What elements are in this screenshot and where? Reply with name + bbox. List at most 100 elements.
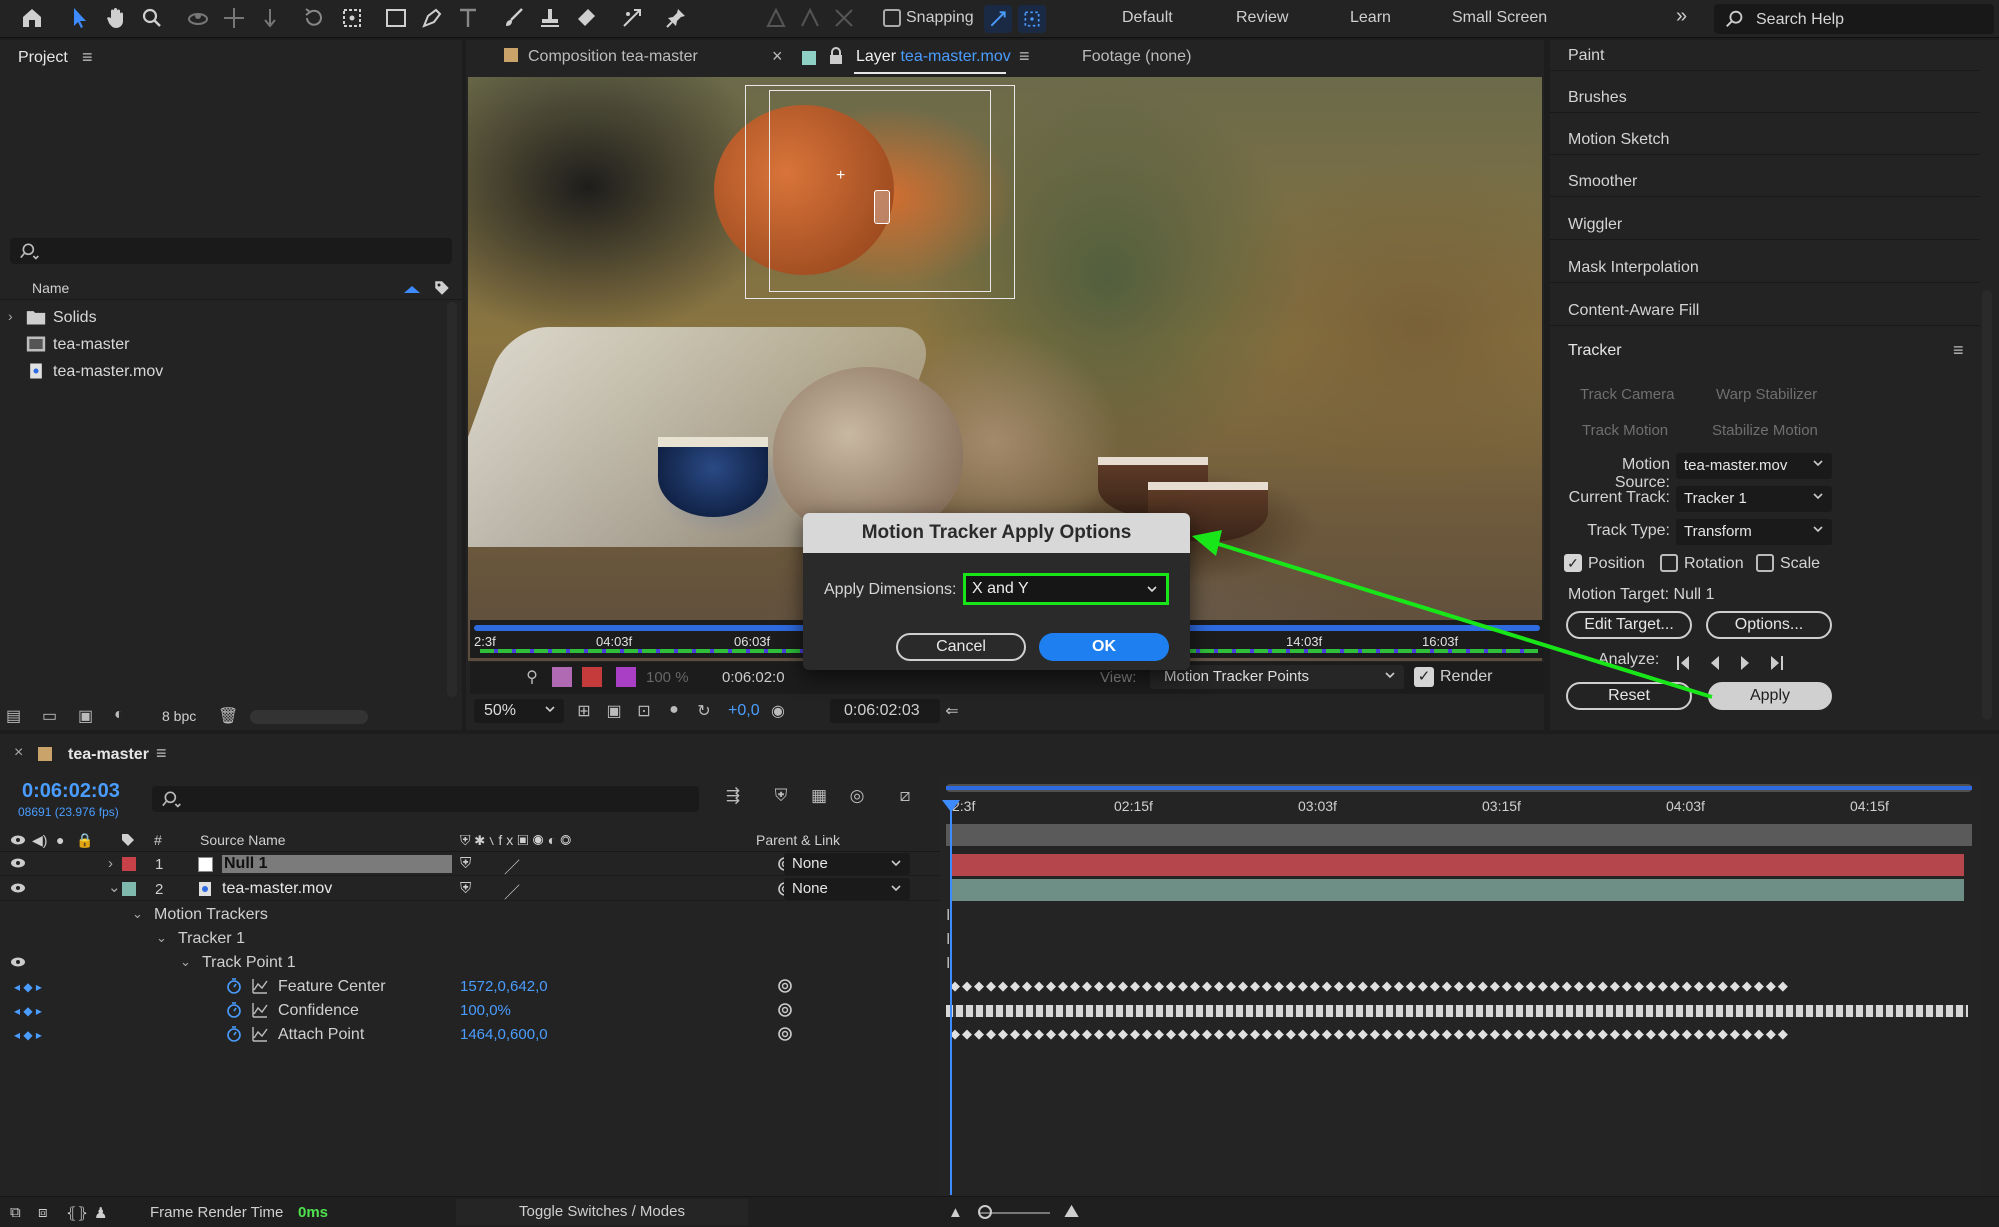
motion-source-dropdown[interactable]: tea-master.mov	[1676, 453, 1832, 479]
color-swatch-icon[interactable]	[616, 667, 636, 687]
quality-switch-icon[interactable]: ／	[504, 854, 520, 878]
analyze-backward-icon[interactable]	[1704, 652, 1726, 674]
ok-button[interactable]: OK	[1039, 633, 1169, 661]
keyframe-navigator-icon[interactable]: ◂ ◆ ▸	[14, 980, 42, 994]
layer-row-tea-master-mov[interactable]: ⌄ 2 tea-master.mov ⛨ ／ None	[0, 877, 940, 902]
time-navigator-bar[interactable]	[946, 784, 1972, 792]
shy-switch-icon[interactable]: ⛨	[460, 880, 471, 897]
more-workspaces-icon[interactable]: »	[1676, 5, 1687, 28]
project-search-input[interactable]	[10, 238, 452, 264]
panel-item-wiggler[interactable]: Wiggler	[1550, 198, 1980, 240]
analyze-forward-icon[interactable]	[1734, 652, 1756, 674]
property-value[interactable]: 1464,0,600,0	[460, 1026, 548, 1043]
render-time-icon[interactable]: ♟	[94, 1204, 107, 1222]
panel-item-brushes[interactable]: Brushes	[1550, 71, 1980, 113]
new-folder-icon[interactable]: ▭	[42, 706, 64, 726]
group-tracker-1[interactable]: ⌄ Tracker 1	[0, 926, 940, 950]
close-tab-icon[interactable]: ×	[772, 46, 783, 67]
layer-name[interactable]: tea-master.mov	[222, 880, 332, 898]
color-swatch-icon[interactable]	[552, 667, 572, 687]
panel-item-mask-interpolation[interactable]: Mask Interpolation	[1550, 241, 1980, 283]
graph-icon[interactable]	[252, 978, 268, 994]
analyze-forward-one-frame-icon[interactable]	[1764, 652, 1786, 674]
sort-ascending-icon[interactable]	[404, 286, 420, 293]
expand-chevron-icon[interactable]: ›	[8, 308, 13, 324]
project-item-solids[interactable]: › Solids	[0, 304, 462, 331]
shy-switch-icon[interactable]: ⛨	[460, 855, 471, 872]
zoom-out-icon[interactable]: ▲	[948, 1204, 963, 1221]
resolution-icon[interactable]: ⊞	[574, 701, 594, 721]
zoom-slider-thumb[interactable]	[978, 1205, 992, 1219]
expand-chevron-icon[interactable]: ›	[108, 855, 113, 872]
layer-label-color[interactable]	[122, 882, 136, 896]
bit-depth-button[interactable]: 8 bpc	[162, 708, 196, 724]
in-out-icon[interactable]: ⦃⦄	[66, 1204, 88, 1222]
scale-checkbox[interactable]	[1756, 554, 1774, 572]
panel-item-paint[interactable]: Paint	[1550, 29, 1980, 71]
warp-stabilizer-button[interactable]: Warp Stabilizer	[1716, 386, 1817, 403]
pick-whip-icon[interactable]	[777, 1002, 793, 1018]
tab-footage[interactable]: Footage (none)	[1082, 48, 1191, 66]
label-tag-icon[interactable]	[433, 279, 451, 297]
local-axis-icon[interactable]	[830, 4, 858, 32]
keyframes-confidence[interactable]	[946, 1005, 1968, 1017]
tab-layer[interactable]: Layer tea-master.mov	[856, 48, 1011, 66]
project-settings-icon[interactable]: ◐	[114, 706, 136, 726]
channels-icon[interactable]: ●	[664, 701, 684, 721]
timeline-timecode[interactable]: 0:06:02:03	[22, 780, 120, 803]
panel-item-smoother[interactable]: Smoother	[1550, 155, 1980, 197]
group-motion-trackers[interactable]: ⌄ Motion Trackers	[0, 902, 940, 926]
current-track-dropdown[interactable]: Tracker 1	[1676, 486, 1832, 512]
column-name[interactable]: Name	[32, 280, 69, 296]
zoom-in-icon[interactable]: ⛰	[1064, 1201, 1079, 1222]
snapshot-icon[interactable]: ◉	[768, 701, 788, 721]
pan-camera-icon[interactable]	[220, 4, 248, 32]
work-area-bar[interactable]	[946, 824, 1972, 846]
apply-dimensions-dropdown[interactable]: X and Y	[963, 573, 1169, 605]
collapse-chevron-icon[interactable]: ⌄	[108, 878, 121, 896]
graph-editor-icon[interactable]: ⧄	[892, 786, 918, 810]
collapse-chevron-icon[interactable]: ⌄	[156, 930, 167, 946]
track-point-attach-handle[interactable]	[874, 190, 890, 224]
home-icon[interactable]	[18, 4, 46, 32]
project-item-tea-master[interactable]: tea-master	[0, 331, 462, 358]
snap-to-features-icon[interactable]	[1018, 5, 1046, 33]
anchor-point-tool-icon[interactable]	[338, 4, 366, 32]
transparency-grid-icon[interactable]: ⊡	[634, 701, 654, 721]
workspace-default[interactable]: Default	[1122, 9, 1173, 27]
track-type-dropdown[interactable]: Transform	[1676, 519, 1832, 545]
region-of-interest-icon[interactable]: ▣	[604, 701, 624, 721]
type-tool-icon[interactable]	[454, 4, 482, 32]
keyframes-attach-point[interactable]: ◆◆◆◆◆◆◆◆◆◆◆◆◆◆◆◆◆◆◆◆◆◆◆◆◆◆◆◆◆◆◆◆◆◆◆◆◆◆◆◆…	[950, 1026, 1966, 1042]
layer-switches-icon[interactable]: ⧉	[10, 1204, 21, 1221]
tracker-menu-icon[interactable]: ≡	[1953, 340, 1964, 361]
selection-tool-icon[interactable]	[66, 4, 94, 32]
cancel-button[interactable]: Cancel	[896, 633, 1026, 661]
graph-icon[interactable]	[252, 1002, 268, 1018]
close-tab-icon[interactable]: ×	[14, 744, 23, 762]
render-checkbox[interactable]: ✓	[1414, 667, 1434, 687]
project-item-tea-master-mov[interactable]: tea-master.mov	[0, 358, 462, 385]
zoom-tool-icon[interactable]	[138, 4, 166, 32]
tab-menu-icon[interactable]: ≡	[1019, 46, 1030, 67]
layer-label-color[interactable]	[122, 857, 136, 871]
time-navigator-range[interactable]	[946, 786, 1972, 790]
align-tool-icon[interactable]	[762, 4, 790, 32]
edit-target-button[interactable]: Edit Target...	[1566, 611, 1692, 639]
roto-brush-tool-icon[interactable]	[618, 4, 646, 32]
reset-exposure-icon[interactable]: ↻	[694, 701, 714, 721]
group-track-point-1[interactable]: ⌄ Track Point 1	[0, 950, 940, 974]
pick-whip-icon[interactable]	[777, 1026, 793, 1042]
collapse-chevron-icon[interactable]: ⌄	[180, 954, 191, 970]
clone-stamp-tool-icon[interactable]	[536, 4, 564, 32]
view-dropdown[interactable]: Motion Tracker Points	[1150, 665, 1404, 689]
column-source-name[interactable]: Source Name	[200, 832, 286, 848]
property-value[interactable]: 100,0%	[460, 1002, 511, 1019]
transfer-controls-icon[interactable]: ⧈	[38, 1204, 48, 1221]
hand-tool-icon[interactable]	[102, 4, 130, 32]
panel-item-content-aware-fill[interactable]: Content-Aware Fill	[1550, 284, 1980, 326]
workspace-small-screen[interactable]: Small Screen	[1452, 9, 1547, 27]
rotation-tool-icon[interactable]	[300, 4, 328, 32]
stopwatch-icon[interactable]	[226, 1002, 242, 1018]
dolly-camera-icon[interactable]	[256, 4, 284, 32]
